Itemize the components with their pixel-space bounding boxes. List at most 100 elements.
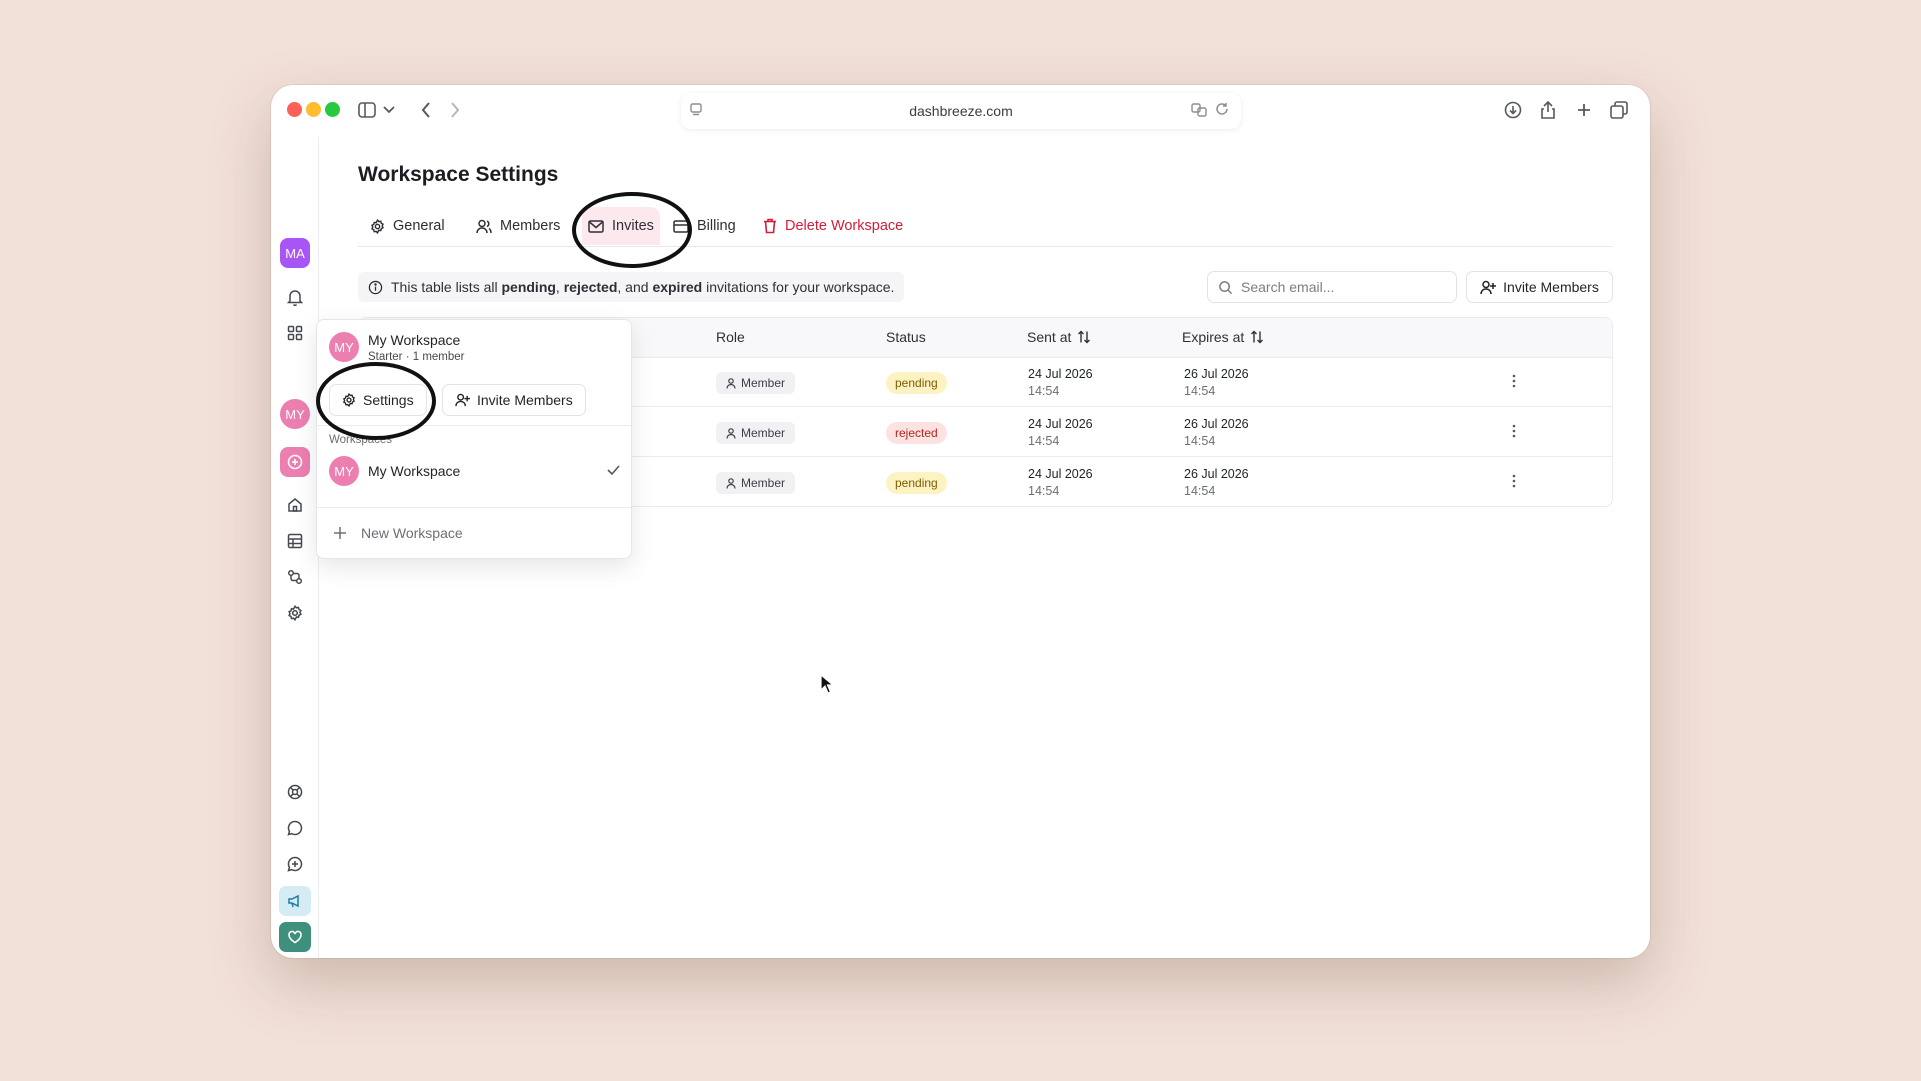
column-status-label: Status — [886, 329, 926, 345]
home-icon[interactable] — [283, 493, 307, 517]
role-badge: Member — [716, 372, 796, 394]
sidebar-toggle-icon[interactable] — [356, 99, 378, 121]
minimize-window-button[interactable] — [306, 102, 321, 117]
expires-at-cell: 26 Jul 2026 14:54 — [1184, 416, 1249, 450]
table-icon[interactable] — [283, 529, 307, 553]
tab-overview-icon[interactable] — [1608, 99, 1630, 121]
invite-members-button[interactable]: Invite Members — [1466, 271, 1613, 303]
browser-toolbar: dashbreeze.com — [271, 85, 1650, 137]
user-avatar[interactable]: MA — [280, 238, 310, 268]
role-label: Member — [741, 426, 786, 440]
column-expires-label: Expires at — [1182, 329, 1245, 345]
user-plus-icon — [455, 393, 470, 407]
sent-at-cell: 24 Jul 2026 14:54 — [1028, 366, 1093, 400]
role-badge: Member — [716, 472, 796, 494]
new-tab-icon[interactable] — [1573, 99, 1595, 121]
invite-members-button[interactable]: Invite Members — [442, 384, 586, 416]
bell-icon[interactable] — [283, 285, 307, 309]
card-icon — [673, 219, 689, 233]
translate-icon[interactable] — [1191, 102, 1207, 121]
workspaces-section-label: Workspaces — [329, 434, 393, 446]
apps-grid-icon[interactable] — [283, 321, 307, 345]
row-menu-icon[interactable] — [1512, 424, 1516, 443]
column-role-label: Role — [716, 329, 745, 345]
help-icon[interactable] — [283, 780, 307, 804]
divider — [317, 425, 631, 426]
add-circle-button[interactable] — [280, 447, 310, 477]
column-sent-label: Sent at — [1027, 329, 1072, 345]
sent-time: 14:54 — [1028, 434, 1060, 448]
new-workspace-label: New Workspace — [361, 525, 463, 541]
settings-button[interactable]: Settings — [329, 384, 427, 416]
close-window-button[interactable] — [287, 102, 302, 117]
maximize-window-button[interactable] — [325, 102, 340, 117]
invite-members-label: Invite Members — [477, 392, 573, 408]
role-badge: Member — [716, 422, 796, 444]
sort-icon[interactable] — [1250, 330, 1264, 344]
new-workspace-button[interactable]: New Workspace — [317, 516, 631, 550]
tab-label: Billing — [697, 218, 736, 234]
sent-time: 14:54 — [1028, 384, 1060, 398]
forward-icon[interactable] — [444, 99, 466, 121]
info-prefix: This table lists all — [391, 279, 502, 295]
app-sidebar: MA MY — [271, 137, 319, 958]
sort-icon[interactable] — [1077, 330, 1091, 344]
mail-icon — [588, 219, 604, 233]
info-suffix: invitations for your workspace. — [702, 279, 895, 295]
info-pending: pending — [501, 279, 556, 295]
invite-members-label: Invite Members — [1503, 279, 1599, 295]
workflow-icon[interactable] — [283, 565, 307, 589]
sent-date: 24 Jul 2026 — [1028, 417, 1093, 431]
column-expires-at[interactable]: Expires at — [1182, 329, 1264, 345]
tab-general[interactable]: General — [370, 207, 445, 245]
user-icon — [726, 427, 736, 439]
page-info-icon[interactable] — [689, 103, 703, 120]
chat-icon[interactable] — [283, 816, 307, 840]
announcement-icon[interactable] — [279, 886, 311, 916]
column-sent-at[interactable]: Sent at — [1027, 329, 1091, 345]
workspace-dropdown: MY My Workspace Starter · 1 member Setti… — [316, 319, 632, 559]
divider — [317, 507, 631, 508]
column-role: Role — [716, 329, 745, 345]
status-badge: pending — [886, 472, 947, 494]
reload-icon[interactable] — [1215, 102, 1229, 119]
row-menu-icon[interactable] — [1512, 374, 1516, 393]
expires-at-cell: 26 Jul 2026 14:54 — [1184, 466, 1249, 500]
status-badge: rejected — [886, 422, 947, 444]
column-status: Status — [886, 329, 926, 345]
sent-date: 24 Jul 2026 — [1028, 367, 1093, 381]
tab-billing[interactable]: Billing — [673, 207, 736, 245]
gear-icon[interactable] — [283, 601, 307, 625]
info-text: This table lists all pending, rejected, … — [391, 279, 894, 295]
search-placeholder: Search email... — [1241, 279, 1335, 295]
tab-label: Invites — [612, 218, 654, 234]
chevron-down-icon[interactable] — [378, 99, 400, 121]
info-banner: This table lists all pending, rejected, … — [358, 272, 905, 302]
workspace-avatar[interactable]: MY — [280, 399, 310, 429]
current-workspace-plan: Starter · 1 member — [368, 351, 465, 363]
address-bar[interactable]: dashbreeze.com — [681, 93, 1241, 129]
back-icon[interactable] — [415, 99, 437, 121]
search-input[interactable]: Search email... — [1207, 271, 1457, 303]
row-menu-icon[interactable] — [1512, 474, 1516, 493]
heart-icon[interactable] — [279, 922, 311, 952]
gear-icon — [371, 218, 384, 234]
tab-delete-workspace[interactable]: Delete Workspace — [763, 207, 903, 245]
info-rejected: rejected — [563, 279, 618, 295]
plus-circle-icon — [280, 447, 310, 477]
expires-at-cell: 26 Jul 2026 14:54 — [1184, 366, 1249, 400]
workspace-list-item[interactable]: MY My Workspace — [317, 452, 631, 490]
tab-invites[interactable]: Invites — [582, 207, 660, 245]
check-icon — [607, 465, 620, 475]
expires-time: 14:54 — [1184, 434, 1216, 448]
tab-members[interactable]: Members — [476, 207, 560, 245]
expires-time: 14:54 — [1184, 384, 1216, 398]
sent-date: 24 Jul 2026 — [1028, 467, 1093, 481]
sent-at-cell: 24 Jul 2026 14:54 — [1028, 416, 1093, 450]
search-icon — [1219, 280, 1233, 294]
tab-label: General — [393, 218, 445, 234]
feedback-icon[interactable] — [283, 852, 307, 876]
share-icon[interactable] — [1537, 99, 1559, 121]
download-icon[interactable] — [1502, 99, 1524, 121]
expires-time: 14:54 — [1184, 484, 1216, 498]
